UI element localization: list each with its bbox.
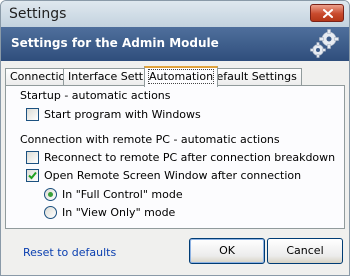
reconnect-checkbox[interactable]: Reconnect to remote PC after connection … xyxy=(26,151,335,164)
radio-button[interactable] xyxy=(44,188,57,201)
close-icon xyxy=(323,9,333,18)
full-control-radio[interactable]: In "Full Control" mode xyxy=(44,188,183,201)
banner-title: Settings for the Admin Module xyxy=(11,36,219,50)
header-banner: Settings for the Admin Module xyxy=(1,27,349,61)
reset-to-defaults-link[interactable]: Reset to defaults xyxy=(23,246,116,259)
checkbox-box[interactable] xyxy=(26,108,39,121)
settings-window: Settings Settings for the Admin Module C… xyxy=(0,0,350,276)
ok-button[interactable]: OK xyxy=(189,238,265,264)
checkbox-box[interactable] xyxy=(26,169,39,182)
start-with-windows-checkbox[interactable]: Start program with Windows xyxy=(26,108,201,121)
checkmark-icon xyxy=(28,171,37,180)
view-only-radio[interactable]: In "View Only" mode xyxy=(44,206,175,219)
title-bar[interactable]: Settings xyxy=(1,1,349,27)
cancel-button[interactable]: Cancel xyxy=(267,238,343,264)
radio-button[interactable] xyxy=(44,206,57,219)
startup-section-label: Startup - automatic actions xyxy=(20,89,171,102)
tab-automation[interactable]: Automation xyxy=(144,66,219,87)
automation-panel: Startup - automatic actions Start progra… xyxy=(5,85,345,229)
checkbox-box[interactable] xyxy=(26,151,39,164)
close-button[interactable] xyxy=(310,4,344,22)
gears-icon xyxy=(310,29,339,58)
window-title: Settings xyxy=(9,6,67,22)
open-remote-window-checkbox[interactable]: Open Remote Screen Window after connecti… xyxy=(26,169,301,182)
connection-section-label: Connection with remote PC - automatic ac… xyxy=(20,133,280,146)
